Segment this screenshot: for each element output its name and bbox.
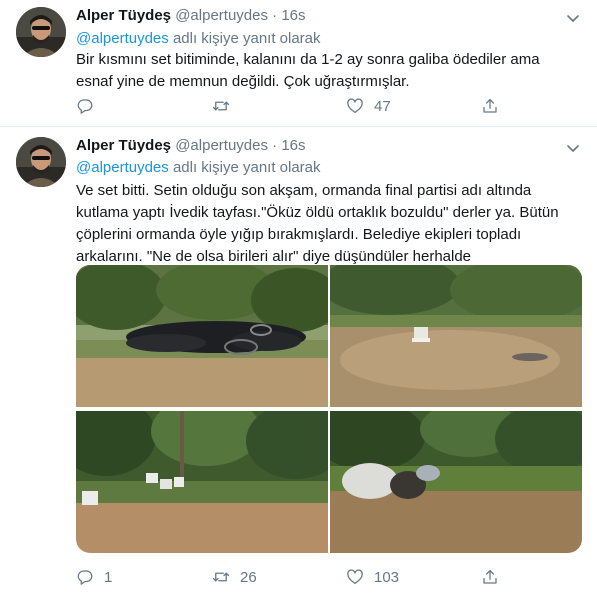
tweet-text-line: çöplerini ormanda öyle yığıp bırakmışlar…	[76, 226, 522, 243]
heart-icon	[346, 97, 364, 115]
like-count: 47	[374, 97, 391, 115]
username[interactable]: @alpertuydes	[175, 7, 268, 24]
reply-context: @alpertuydes adlı kişiye yanıt olarak	[76, 29, 321, 49]
reply-mention-link[interactable]: @alpertuydes	[76, 30, 169, 47]
retweet-icon	[212, 568, 230, 586]
tweet-text: Bir kısmını set bitiminde, kalanını da 1…	[76, 49, 581, 93]
tweet-text-line: kutlama yaptı İvedik tayfası."Öküz öldü …	[76, 204, 559, 221]
reply-context: @alpertuydes adlı kişiye yanıt olarak	[76, 158, 321, 178]
like-button[interactable]: 47	[346, 96, 391, 116]
retweet-icon	[212, 97, 230, 115]
retweet-count: 26	[240, 568, 257, 586]
share-icon	[481, 568, 499, 586]
separator-dot: ·	[272, 7, 278, 24]
tweet-2[interactable]: Alper Tüydeş @alpertuydes · 16s @alpertu…	[0, 127, 597, 594]
tweet-text: Ve set bitti. Setin olduğu son akşam, or…	[76, 180, 581, 268]
heart-icon	[346, 568, 364, 586]
tweet-actions: 47	[76, 96, 516, 116]
tweet-1[interactable]: Alper Tüydeş @alpertuydes · 16s @alpertu…	[0, 0, 597, 127]
tweet-actions: 1 26 103	[76, 567, 516, 587]
avatar[interactable]	[16, 137, 66, 187]
like-button[interactable]: 103	[346, 567, 399, 587]
separator-dot: ·	[272, 137, 278, 154]
reply-context-label: adlı kişiye yanıt olarak	[172, 159, 321, 176]
tweet-header: Alper Tüydeş @alpertuydes · 16s	[76, 6, 306, 26]
reply-button[interactable]	[76, 96, 104, 116]
retweet-button[interactable]: 26	[212, 567, 257, 587]
username[interactable]: @alpertuydes	[175, 137, 268, 154]
tweet-header: Alper Tüydeş @alpertuydes · 16s	[76, 136, 306, 156]
reply-count: 1	[104, 568, 113, 586]
like-count: 103	[374, 568, 400, 586]
share-icon	[481, 97, 499, 115]
timestamp[interactable]: 16s	[281, 7, 305, 24]
reply-icon	[76, 568, 94, 586]
photo-forest-chairs[interactable]	[76, 411, 328, 553]
display-name[interactable]: Alper Tüydeş	[76, 7, 171, 24]
reply-button[interactable]: 1	[76, 567, 112, 587]
retweet-button[interactable]	[212, 96, 240, 116]
share-button[interactable]	[481, 96, 499, 116]
reply-icon	[76, 97, 94, 115]
chevron-down-icon[interactable]	[565, 10, 581, 26]
photo-trash-pile[interactable]	[76, 265, 328, 407]
display-name[interactable]: Alper Tüydeş	[76, 137, 171, 154]
photo-clearing-chair[interactable]	[330, 265, 582, 407]
timestamp[interactable]: 16s	[281, 137, 305, 154]
reply-mention-link[interactable]: @alpertuydes	[76, 159, 169, 176]
tweet-text-line: Bir kısmını set bitiminde, kalanını da 1…	[76, 51, 540, 68]
avatar[interactable]	[16, 7, 66, 57]
photo-grid	[76, 265, 582, 553]
chevron-down-icon[interactable]	[565, 140, 581, 156]
tweet-text-line: esnaf yine de memnun değildi. Çok uğraşt…	[76, 73, 410, 90]
share-button[interactable]	[481, 567, 499, 587]
photo-trash-bags[interactable]	[330, 411, 582, 553]
tweet-text-line: Ve set bitti. Setin olduğu son akşam, or…	[76, 182, 532, 199]
reply-context-label: adlı kişiye yanıt olarak	[172, 30, 321, 47]
